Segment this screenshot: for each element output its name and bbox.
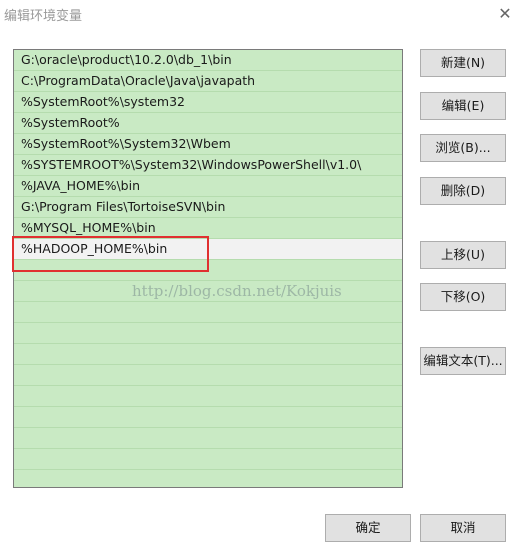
path-list[interactable]: G:\oracle\product\10.2.0\db_1\bin C:\Pro… (13, 49, 403, 488)
list-item[interactable]: G:\Program Files\TortoiseSVN\bin (14, 197, 402, 218)
edit-text-button[interactable]: 编辑文本(T)... (420, 347, 506, 375)
empty-row[interactable] (14, 386, 402, 407)
empty-row[interactable] (14, 344, 402, 365)
list-item[interactable]: G:\oracle\product\10.2.0\db_1\bin (14, 50, 402, 71)
close-icon[interactable]: ✕ (495, 4, 515, 24)
new-button[interactable]: 新建(N) (420, 49, 506, 77)
delete-button[interactable]: 删除(D) (420, 177, 506, 205)
empty-row[interactable] (14, 260, 402, 281)
edit-button[interactable]: 编辑(E) (420, 92, 506, 120)
empty-row[interactable] (14, 281, 402, 302)
move-up-button[interactable]: 上移(U) (420, 241, 506, 269)
empty-row[interactable] (14, 428, 402, 449)
list-item[interactable]: %JAVA_HOME%\bin (14, 176, 402, 197)
list-item[interactable]: %SystemRoot% (14, 113, 402, 134)
empty-row[interactable] (14, 470, 402, 487)
title-bar: 编辑环境变量 ✕ (0, 0, 521, 28)
empty-row[interactable] (14, 302, 402, 323)
move-down-button[interactable]: 下移(O) (420, 283, 506, 311)
empty-row[interactable] (14, 407, 402, 428)
list-item[interactable]: %SystemRoot%\system32 (14, 92, 402, 113)
cancel-button[interactable]: 取消 (420, 514, 506, 542)
window-title: 编辑环境变量 (4, 9, 83, 24)
empty-row[interactable] (14, 365, 402, 386)
browse-button[interactable]: 浏览(B)... (420, 134, 506, 162)
list-item-selected[interactable]: %HADOOP_HOME%\bin (14, 239, 402, 260)
list-item[interactable]: %SYSTEMROOT%\System32\WindowsPowerShell\… (14, 155, 402, 176)
list-item[interactable]: %SystemRoot%\System32\Wbem (14, 134, 402, 155)
ok-button[interactable]: 确定 (325, 514, 411, 542)
list-item[interactable]: %MYSQL_HOME%\bin (14, 218, 402, 239)
empty-row[interactable] (14, 449, 402, 470)
list-item[interactable]: C:\ProgramData\Oracle\Java\javapath (14, 71, 402, 92)
empty-row[interactable] (14, 323, 402, 344)
